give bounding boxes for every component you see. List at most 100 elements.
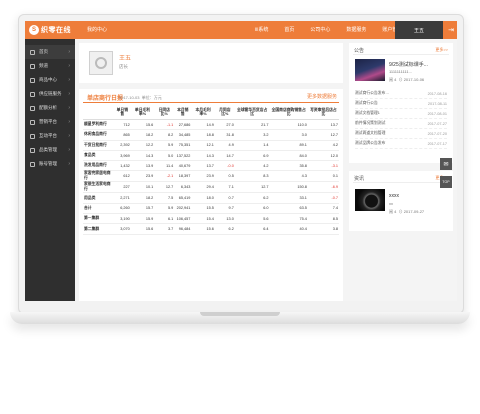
table-cell: 6,343 (174, 181, 192, 194)
table-cell: 1,432 (113, 160, 131, 172)
table-row[interactable]: 家客完家居电商行 612 23.9 -2.1 18,397 23.9 0.5 8.3 4.3 0.… (83, 170, 339, 183)
table-cell: 12.0 (307, 150, 339, 162)
material-title: 资讯 (354, 176, 365, 182)
table-cell: 29.4 (191, 181, 215, 194)
report-date: 2017-10-03 (119, 95, 140, 100)
nav-item-home[interactable]: 首页 (284, 26, 294, 33)
table-cell: -2.1 (154, 170, 175, 183)
table-cell: -6.9 (307, 181, 339, 194)
list-item[interactable]: 测试两道文档管理 2017-07-20 (355, 129, 447, 139)
material-feature-title[interactable]: xxxx (389, 193, 399, 199)
laptop-notch (200, 312, 280, 316)
table-cell: 137,522 (174, 150, 192, 162)
nav-item-data[interactable]: 数据服务 (346, 26, 366, 33)
table-row[interactable]: 休闲食品商行 865 18.2 8.2 34,485 18.8 31.8 3.2 3.0 12.7 (83, 129, 339, 141)
main-content: 王五 店长 单店商行日报 2017-10-03 单位：万元 更多数据服务 单日销… (79, 43, 343, 301)
table-cell: 5.9 (154, 140, 175, 151)
nav-item-system[interactable]: iii系统 (255, 26, 268, 33)
list-item[interactable]: 测试文档管理1 2017-08-01 (355, 109, 447, 119)
table-cell: 3.8 (307, 223, 339, 235)
table-cell: 96,484 (174, 223, 192, 235)
table-row[interactable]: 第二集群 3,070 15.6 3.7 96,484 15.6 6.2 6.4 40.4 3.8 (83, 223, 339, 235)
sidebar-item-goods[interactable]: 商品中心 › (25, 73, 75, 87)
table-cell: 2,271 (113, 192, 131, 204)
table-cell: 3,969 (113, 150, 131, 162)
more-data-link[interactable]: 更多数据服务 (307, 93, 337, 100)
material-feature-subtitle: xx (389, 201, 393, 206)
exit-icon[interactable]: ⇥ (445, 21, 457, 39)
home-icon (30, 49, 35, 55)
table-row[interactable]: 用品类 2,271 18.2 7.5 65,419 18.0 0.7 6.2 33.1 -0.7 (83, 192, 339, 204)
table-cell: 6.4 (234, 223, 270, 235)
quota-icon (30, 105, 35, 111)
goods-icon (30, 77, 35, 83)
column-header: 日同店比% (154, 105, 175, 120)
table-cell: 14.9 (191, 119, 215, 131)
notice-feature-title[interactable]: 9/25测试标课手... (389, 61, 428, 68)
supply-icon (30, 91, 35, 97)
back-to-top-button[interactable]: TOP (440, 176, 452, 188)
table-cell: 89.1 (269, 140, 308, 151)
table-cell: 3,190 (113, 213, 131, 225)
table-row[interactable]: 家银生活家电商行 227 10.1 12.7 6,343 29.4 7.1 12.7 150.8… (83, 181, 339, 194)
table-cell: 0.5 (214, 170, 235, 183)
table-row[interactable]: 食品类 3,969 14.3 5.0 137,522 14.3 14.7 6.9 84.0 12.… (83, 150, 339, 162)
right-column: 公告 更多>> 9/25测试标课手... 1111111111... 阅 4 ⊙… (349, 43, 453, 301)
list-item[interactable]: 前件情况策划测试 2017-07-27 (355, 119, 447, 129)
breadcrumb[interactable]: 我的中心 (87, 26, 107, 33)
list-item[interactable]: 测试商行公告 2017-08-11 (355, 99, 447, 109)
table-cell: 15.5 (191, 203, 215, 215)
table-cell: 23.9 (130, 170, 155, 183)
chevron-right-icon: › (68, 105, 70, 111)
sidebar-item-channel[interactable]: 频道 › (25, 59, 75, 73)
profile-role: 店长 (119, 64, 128, 69)
table-cell: 4.2 (307, 140, 339, 151)
column-header: 单日销售 (113, 105, 131, 120)
table-cell: 21.7 (234, 119, 270, 131)
material-thumbnail[interactable] (355, 189, 385, 211)
sidebar-item-quota[interactable]: 配额分析 › (25, 101, 75, 115)
table-row[interactable]: 干货日批商行 2,392 12.2 5.9 75,351 12.1 4.9 1.4 89.1 4.… (83, 140, 339, 151)
logo-icon: S (29, 25, 39, 35)
table-cell: 3.7 (154, 223, 175, 235)
table-row[interactable]: 顺星罗利商行 712 15.6 -1.1 27,686 14.9 27.0 21.7 110.0… (83, 119, 339, 131)
table-cell: 6.2 (234, 192, 270, 204)
row-label: 家银生活家电商行 (83, 181, 114, 194)
chevron-right-icon: › (68, 77, 70, 83)
sidebar-item-interact[interactable]: 互动平台 › (25, 129, 75, 143)
list-item[interactable]: 测试品牌公告发布 2017-07-17 (355, 139, 447, 149)
sidebar-item-supply[interactable]: 供应链服务 › (25, 87, 75, 101)
table-cell: 18.2 (130, 129, 155, 141)
table-cell: 4.3 (269, 170, 308, 183)
table-row[interactable]: 洗发用品商行 1,432 13.9 11.4 40,679 13.7 -0.0 4.2 35.8… (83, 160, 339, 172)
column-header (83, 105, 114, 120)
divider (83, 102, 339, 103)
notice-thumbnail[interactable] (355, 59, 385, 81)
top-nav: iii系统 首页 公司中心 数据服务 账户管理 (255, 26, 402, 33)
nav-item-company[interactable]: 公司中心 (310, 26, 330, 33)
table-row[interactable]: 合计 6,260 15.7 5.9 202,941 15.5 9.7 6.0 63.5 7.4 (83, 203, 339, 215)
mail-icon[interactable]: ✉ (440, 158, 452, 170)
table-cell: 65,419 (174, 192, 192, 204)
sidebar-item-home[interactable]: 首页 › (25, 45, 75, 59)
table-row[interactable]: 第一集群 3,190 15.9 6.1 106,457 15.4 13.0 5.6 75.4 8.… (83, 213, 339, 225)
table-cell: 7.1 (214, 181, 235, 194)
user-menu[interactable]: 王五 (395, 21, 443, 39)
table-cell: 227 (113, 181, 131, 194)
laptop-screen-frame: S 织零在线 我的中心 iii系统 首页 公司中心 数据服务 账户管理 王五 ⇥… (18, 14, 464, 314)
report-table: 单日销售 单日毛利率% 日同店比% 本月销售 本月毛利率% 月同店比% 全球奢华百货店占比全… (83, 105, 339, 235)
row-label: 休闲食品商行 (83, 129, 114, 141)
list-item[interactable]: 测试商行公告发布… 2017-08-16 (355, 89, 447, 99)
profile-card: 王五 店长 (79, 43, 343, 83)
avatar[interactable] (89, 51, 113, 75)
sidebar-item-category[interactable]: 品类管理 › (25, 143, 75, 157)
table-cell: 5.6 (234, 213, 270, 225)
notice-more-link[interactable]: 更多>> (435, 47, 448, 53)
table-cell: 84.0 (269, 150, 308, 162)
channel-icon (30, 63, 35, 69)
logo[interactable]: S 织零在线 (29, 24, 77, 36)
table-cell: 12.1 (191, 140, 215, 151)
sidebar-item-marketing[interactable]: 营销平台 › (25, 115, 75, 129)
sidebar-item-account[interactable]: 账号管理 › (25, 157, 75, 171)
row-label: 家客完家居电商行 (83, 170, 114, 183)
